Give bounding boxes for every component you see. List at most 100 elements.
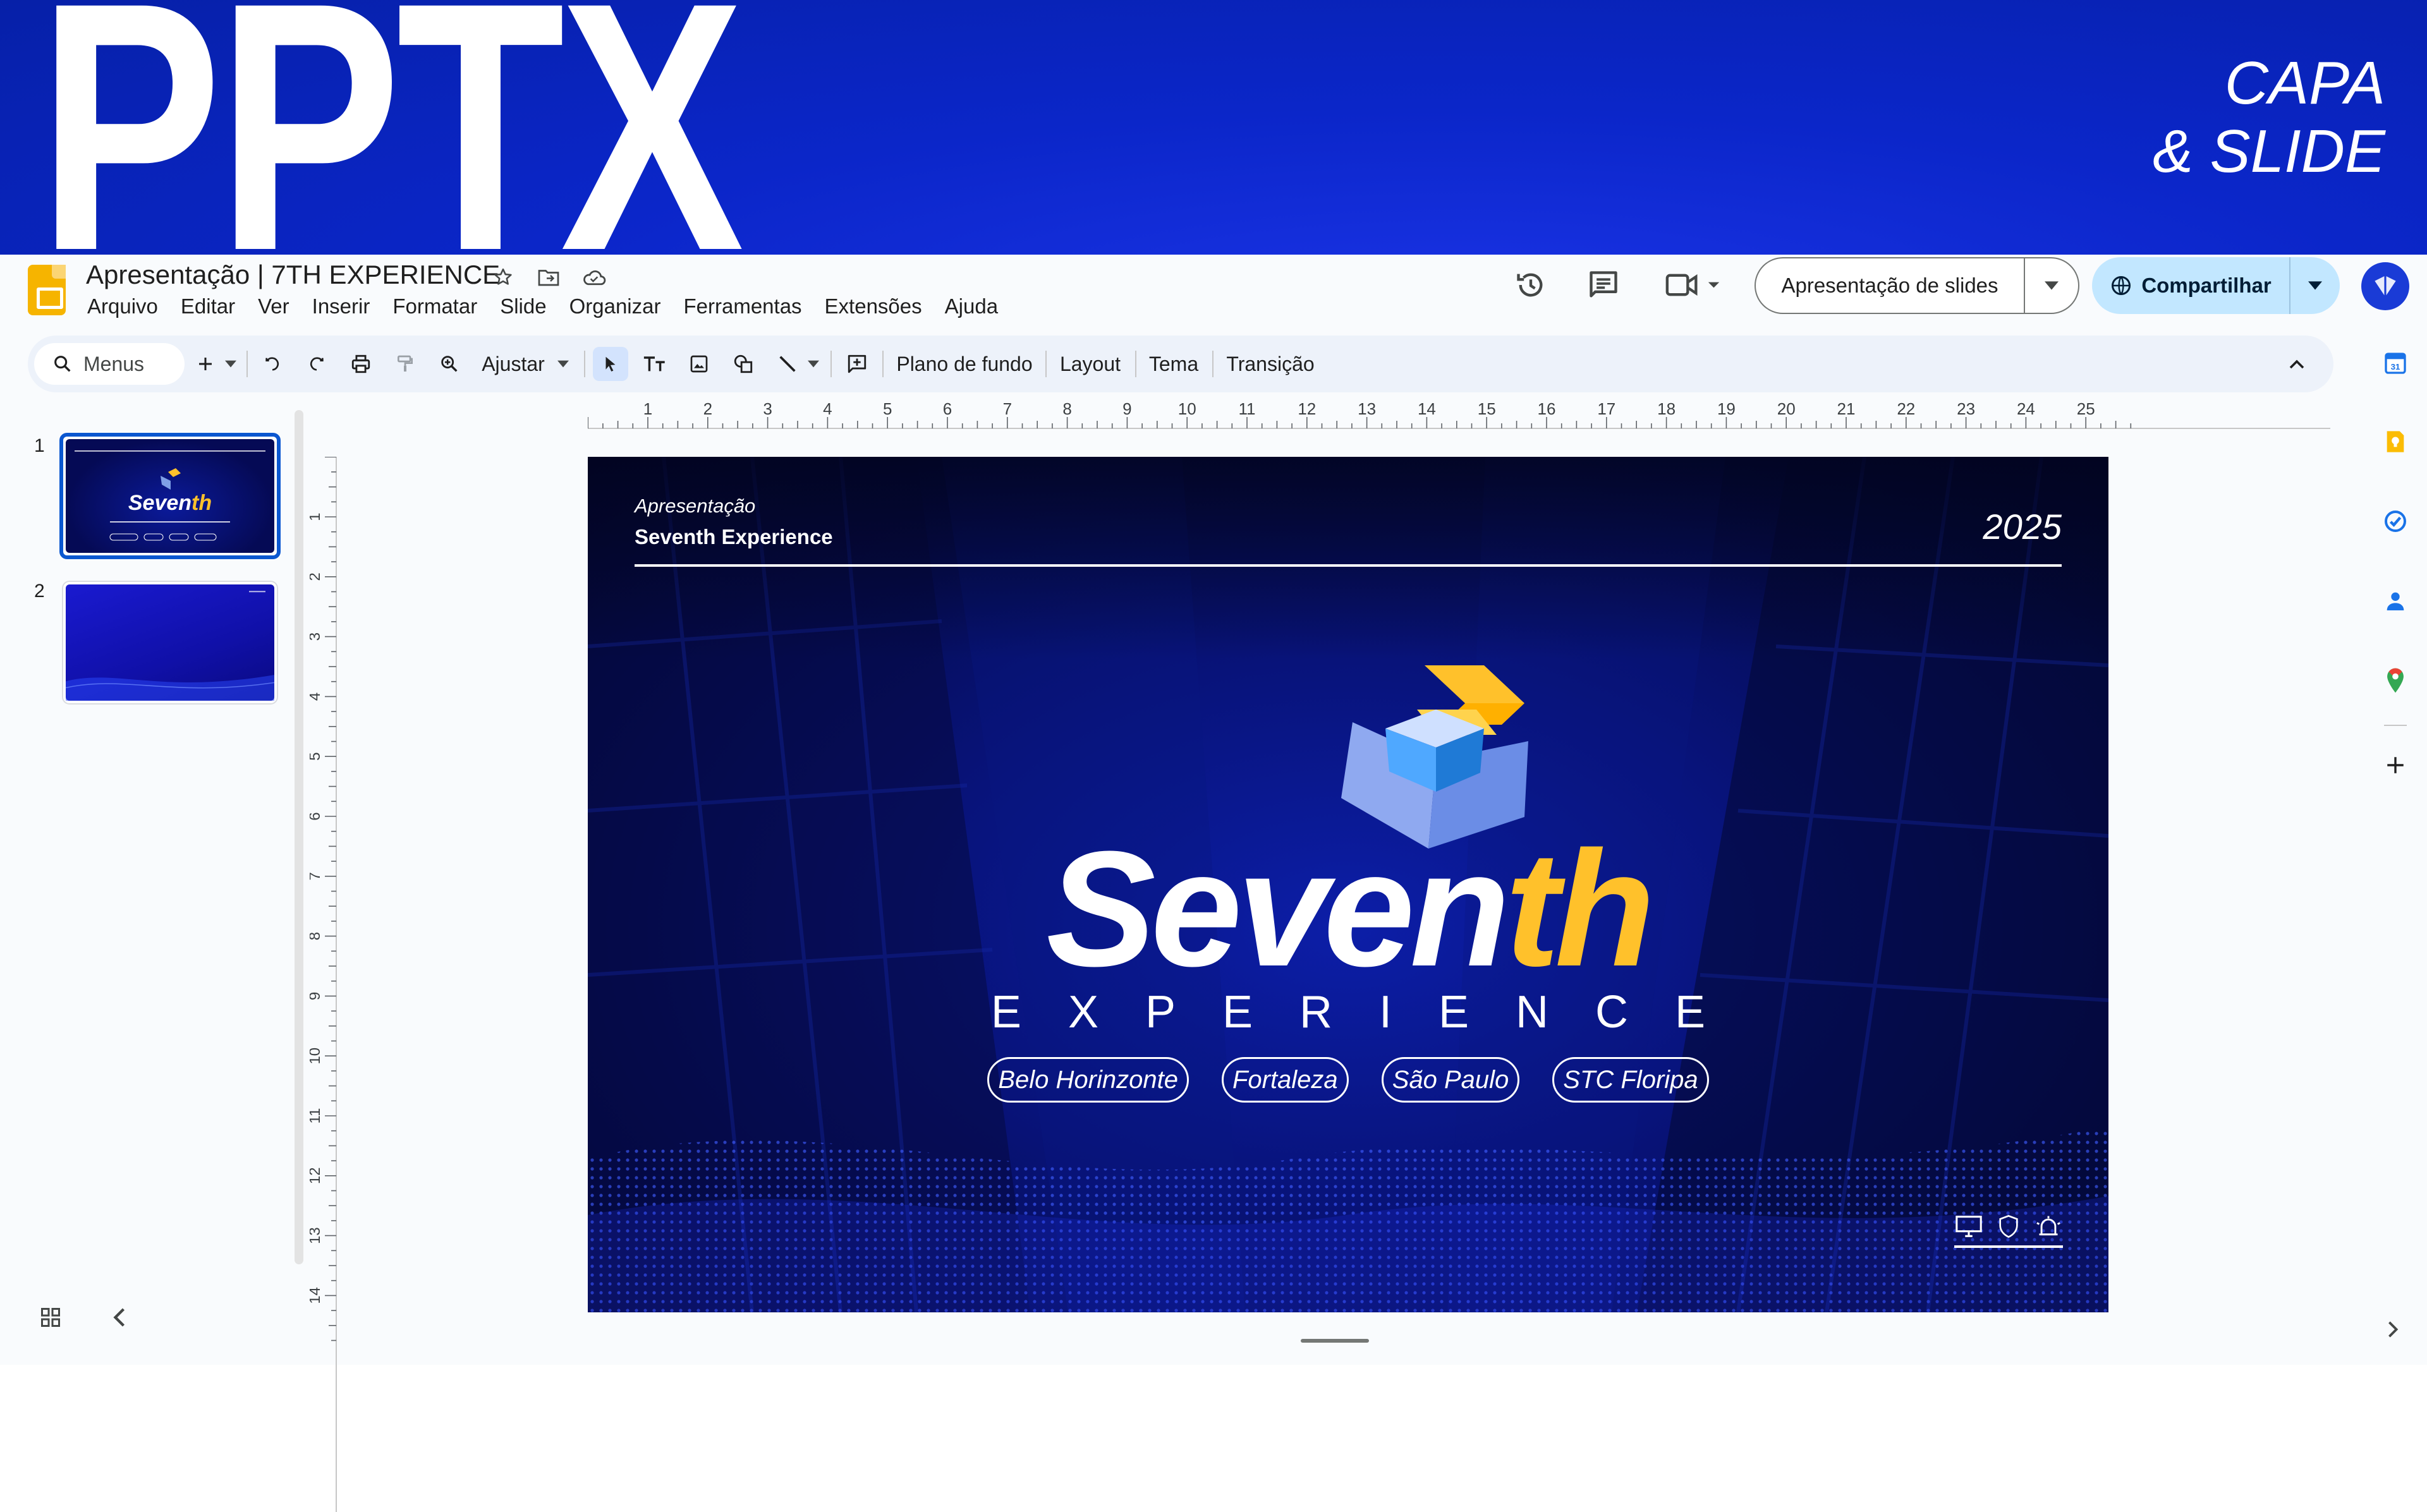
- shape-icon[interactable]: [726, 347, 761, 381]
- ruler-label: 16: [1538, 402, 1556, 418]
- city-pill[interactable]: STC Floripa: [1552, 1057, 1709, 1103]
- svg-text:31: 31: [2391, 362, 2400, 372]
- menu-item-ajuda[interactable]: Ajuda: [934, 294, 1009, 318]
- ruler-label: 1: [643, 402, 652, 418]
- monitor-icon: [1956, 1216, 1982, 1237]
- maps-icon[interactable]: [2381, 667, 2409, 694]
- slideshow-button[interactable]: Apresentação de slides: [1755, 257, 2079, 314]
- ruler-label: 11: [310, 1108, 324, 1124]
- slide-canvas[interactable]: Apresentação Seventh Experience 2025 Sev…: [588, 457, 2108, 1312]
- ruler-label: 13: [310, 1227, 324, 1244]
- menu-item-organizar[interactable]: Organizar: [558, 294, 672, 318]
- contacts-icon[interactable]: [2381, 587, 2409, 615]
- collapse-filmstrip-icon[interactable]: [111, 1306, 128, 1329]
- slide-thumbnail-2[interactable]: [62, 581, 278, 705]
- star-icon[interactable]: [489, 263, 517, 291]
- grid-view-icon[interactable]: [39, 1306, 62, 1329]
- ruler-label: 13: [1358, 402, 1376, 418]
- slide-subtitle[interactable]: Apresentação: [635, 495, 755, 517]
- search-menus-label: Menus: [83, 352, 145, 375]
- select-cursor-icon[interactable]: [593, 347, 628, 381]
- share-dropdown-icon[interactable]: [2290, 257, 2340, 314]
- menu-item-slide[interactable]: Slide: [489, 294, 557, 318]
- brand-word-yellow: th: [1505, 818, 1655, 1001]
- ruler-label: 23: [1957, 402, 1975, 418]
- background-button[interactable]: Plano de fundo: [889, 347, 1040, 381]
- slideshow-label[interactable]: Apresentação de slides: [1756, 258, 2025, 313]
- search-menus[interactable]: Menus: [34, 343, 185, 385]
- ruler-label: 5: [310, 753, 324, 761]
- ruler-label: 22: [1897, 402, 1915, 418]
- keep-icon[interactable]: [2381, 428, 2409, 456]
- city-pill[interactable]: Fortaleza: [1221, 1057, 1349, 1103]
- plus-icon[interactable]: [190, 347, 221, 381]
- brand-wordmark[interactable]: Seventh: [588, 827, 2108, 991]
- horizontal-ruler: 1 2 3 4 5 6 7 8 9 10 11 12 13 14 15 16 17 18 19 20 21 22 23 24 2…: [588, 402, 2330, 429]
- slide-name[interactable]: Seventh Experience: [635, 525, 833, 549]
- move-folder-icon[interactable]: [535, 263, 563, 291]
- share-button[interactable]: Compartilhar: [2092, 257, 2340, 314]
- menu-item-extensoes[interactable]: Extensões: [813, 294, 934, 318]
- meet-call-icon[interactable]: [1664, 269, 1723, 301]
- avatar[interactable]: [2361, 262, 2409, 310]
- slide-thumbnail-1[interactable]: Seventh: [59, 433, 281, 559]
- menu-item-formatar[interactable]: Formatar: [381, 294, 489, 318]
- collapse-toolbar-icon[interactable]: [2279, 347, 2314, 381]
- slideshow-dropdown-icon[interactable]: [2025, 258, 2078, 313]
- toolbar-divider: [1045, 351, 1047, 377]
- city-pill[interactable]: Belo Horinzonte: [987, 1057, 1189, 1103]
- menu-item-ver[interactable]: Ver: [246, 294, 301, 318]
- banner-caption-line1: CAPA: [2224, 49, 2385, 117]
- ruler-label: 19: [1717, 402, 1736, 418]
- search-icon: [54, 356, 71, 372]
- print-icon[interactable]: [344, 347, 378, 381]
- line-dropdown-icon[interactable]: [804, 347, 823, 381]
- ruler-label: 12: [310, 1167, 324, 1184]
- side-panel-divider: [2384, 725, 2407, 726]
- menu-item-inserir[interactable]: Inserir: [301, 294, 382, 318]
- cloud-saved-icon[interactable]: [580, 263, 608, 291]
- share-label-wrap[interactable]: Compartilhar: [2092, 257, 2290, 314]
- ruler-label: 3: [763, 402, 772, 418]
- new-slide-dropdown-icon[interactable]: [221, 347, 240, 381]
- filmstrip-scrollbar[interactable]: [295, 410, 303, 1264]
- zoom-icon[interactable]: [432, 347, 466, 381]
- zoom-select[interactable]: Ajustar: [478, 347, 573, 381]
- ruler-label: 2: [310, 572, 324, 581]
- slide-year[interactable]: 2025: [1983, 506, 2062, 547]
- undo-icon[interactable]: [255, 347, 289, 381]
- menu-item-editar[interactable]: Editar: [169, 294, 246, 318]
- thumbnail-preview-1: Seventh: [75, 451, 265, 541]
- line-icon[interactable]: [770, 347, 805, 381]
- document-title[interactable]: Apresentação | 7TH EXPERIENCE: [86, 260, 500, 290]
- svg-text:Seventh: Seventh: [128, 491, 212, 515]
- city-pill[interactable]: São Paulo: [1381, 1057, 1520, 1103]
- slides-logo-icon[interactable]: [28, 265, 66, 315]
- add-addon-icon[interactable]: [2381, 751, 2409, 779]
- version-history-icon[interactable]: [1514, 269, 1547, 301]
- menu-item-ferramentas[interactable]: Ferramentas: [672, 294, 813, 318]
- comment-add-icon[interactable]: [839, 347, 875, 381]
- redo-icon[interactable]: [300, 347, 334, 381]
- comments-icon[interactable]: [1586, 269, 1621, 301]
- ruler-label: 10: [1178, 402, 1196, 418]
- transition-button[interactable]: Transição: [1217, 347, 1323, 381]
- brand-subtitle[interactable]: EXPERIENCE: [588, 986, 2108, 1038]
- toolbar-divider: [830, 351, 832, 377]
- image-icon[interactable]: [681, 347, 717, 381]
- speaker-notes-drag-handle[interactable]: [1301, 1339, 1369, 1343]
- menu-item-arquivo[interactable]: Arquivo: [86, 294, 169, 318]
- calendar-icon[interactable]: 31: [2381, 349, 2409, 377]
- ruler-label: 21: [1837, 402, 1856, 418]
- toolbar-divider: [584, 351, 585, 377]
- layout-button[interactable]: Layout: [1050, 347, 1130, 381]
- ruler-label: 24: [2017, 402, 2035, 418]
- text-box-icon[interactable]: [637, 347, 672, 381]
- tasks-icon[interactable]: [2381, 507, 2409, 535]
- theme-button[interactable]: Tema: [1140, 347, 1207, 381]
- alarm-icon: [2036, 1216, 2060, 1236]
- ruler-label: 11: [1239, 402, 1256, 418]
- toolbar-divider: [882, 351, 884, 377]
- expand-side-panel-icon[interactable]: [2387, 1320, 2399, 1339]
- paint-format-icon[interactable]: [388, 347, 422, 381]
